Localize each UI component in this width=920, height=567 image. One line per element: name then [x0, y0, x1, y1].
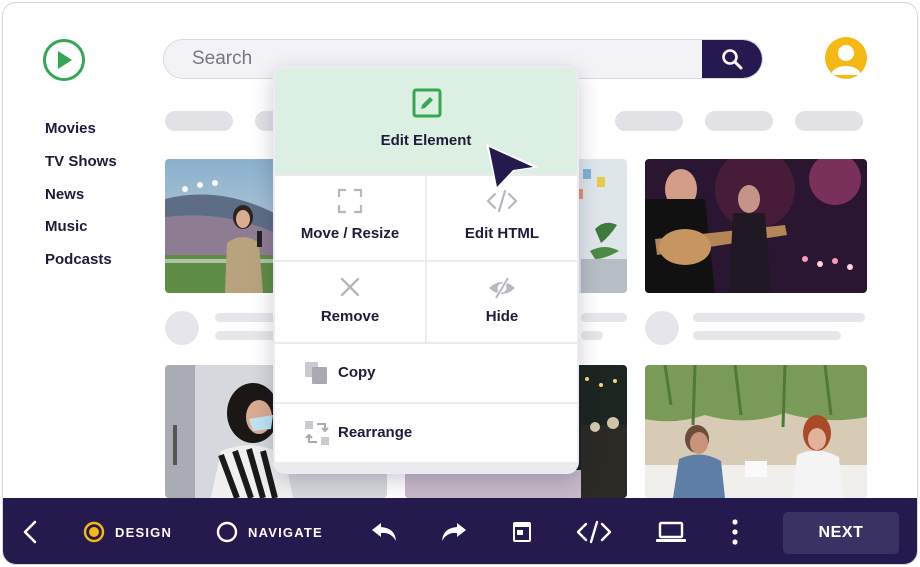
chevron-left-icon — [23, 520, 37, 544]
code-icon — [576, 520, 612, 544]
element-context-menu: Edit Element Move / Resize Edit HTML Rem… — [273, 66, 579, 474]
category-pill-placeholder — [165, 111, 233, 131]
creator-avatar-placeholder — [645, 311, 679, 345]
move-resize-button[interactable]: Move / Resize — [275, 176, 425, 260]
back-button[interactable] — [21, 498, 39, 564]
video-thumbnail-interview[interactable] — [645, 365, 867, 498]
radio-selected-icon — [83, 521, 105, 543]
sidebar-item-news[interactable]: News — [45, 185, 117, 218]
code-view-button[interactable] — [576, 498, 612, 564]
search-icon — [722, 49, 743, 70]
undo-button[interactable] — [370, 498, 398, 564]
copy-icon — [305, 362, 327, 384]
rearrange-button[interactable]: Rearrange — [275, 404, 577, 462]
search-button[interactable] — [702, 40, 762, 78]
more-options-button[interactable] — [731, 498, 739, 564]
creator-avatar-placeholder — [165, 311, 199, 345]
laptop-icon — [656, 521, 686, 542]
remove-label: Remove — [320, 308, 380, 325]
design-mode-label: DESIGN — [115, 524, 173, 540]
undo-icon — [372, 523, 396, 541]
category-pill-placeholder — [705, 111, 773, 131]
bottom-toolbar: DESIGN NAVIGATE NEXT — [3, 498, 917, 564]
design-mode-radio[interactable]: DESIGN — [83, 498, 173, 564]
sidebar-item-podcasts[interactable]: Podcasts — [45, 250, 117, 283]
browser-window-icon — [513, 522, 531, 542]
title-placeholder — [581, 313, 627, 322]
sidebar-item-movies[interactable]: Movies — [45, 119, 117, 152]
title-placeholder — [693, 313, 865, 322]
video-thumbnail-guitar-concert[interactable] — [645, 159, 867, 293]
redo-icon — [442, 523, 466, 541]
app-frame: Movies TV Shows News Music Podcasts — [2, 2, 918, 565]
rearrange-label: Rearrange — [338, 424, 413, 441]
sidebar-item-tv-shows[interactable]: TV Shows — [45, 152, 117, 185]
device-preview-button[interactable] — [656, 498, 686, 564]
sidebar-nav: Movies TV Shows News Music Podcasts — [45, 119, 117, 283]
close-x-icon — [340, 277, 360, 297]
play-logo-icon[interactable] — [43, 39, 85, 81]
radio-unselected-icon — [216, 521, 238, 543]
next-button[interactable]: NEXT — [783, 512, 899, 554]
copy-button[interactable]: Copy — [275, 344, 577, 402]
hide-button[interactable]: Hide — [427, 262, 577, 342]
more-vertical-icon — [732, 519, 738, 545]
pointer-cursor-icon — [486, 144, 539, 191]
hide-label: Hide — [485, 308, 519, 325]
edit-html-label: Edit HTML — [464, 225, 540, 242]
copy-label: Copy — [338, 364, 376, 381]
subtitle-placeholder — [581, 331, 603, 340]
navigate-mode-label: NAVIGATE — [248, 524, 323, 540]
category-pill-placeholder — [795, 111, 863, 131]
move-resize-icon — [337, 188, 363, 214]
pencil-edit-icon — [412, 88, 442, 118]
redo-button[interactable] — [440, 498, 468, 564]
user-avatar-icon[interactable] — [825, 37, 867, 79]
navigate-mode-radio[interactable]: NAVIGATE — [216, 498, 323, 564]
subtitle-placeholder — [693, 331, 841, 340]
eye-slash-icon — [489, 276, 515, 300]
sidebar-item-music[interactable]: Music — [45, 217, 117, 250]
category-pill-placeholder — [615, 111, 683, 131]
preview-window-button[interactable] — [512, 498, 532, 564]
rearrange-icon — [305, 421, 329, 445]
move-resize-label: Move / Resize — [300, 225, 400, 242]
remove-button[interactable]: Remove — [275, 262, 425, 342]
